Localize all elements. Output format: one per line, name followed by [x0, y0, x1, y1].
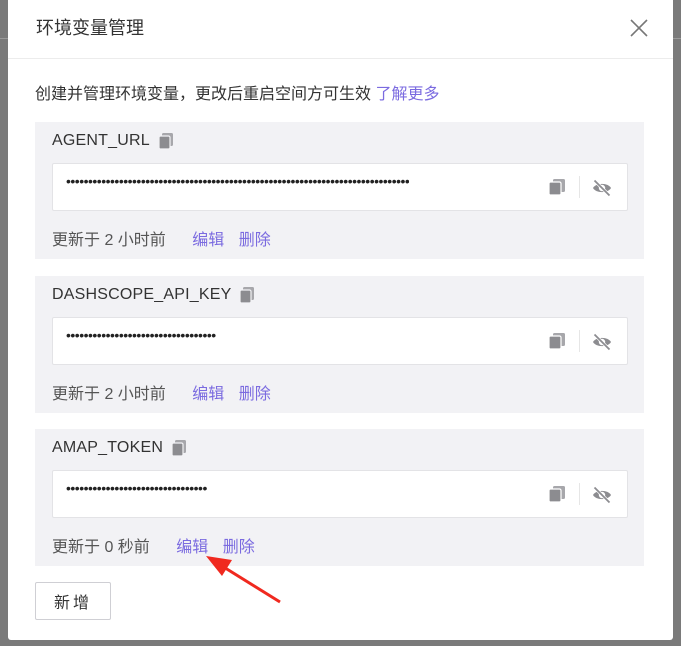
edit-link[interactable]: 编辑	[192, 232, 224, 249]
modal-title: 环境变量管理	[36, 18, 144, 38]
env-var-name: DASHSCOPE_API_KEY	[52, 286, 232, 303]
modal-header: 环境变量管理	[8, 0, 673, 59]
env-var-card: AGENT_URL ••••••••••••••••••••••••••••••…	[35, 122, 644, 259]
learn-more-link[interactable]: 了解更多	[375, 86, 439, 103]
eye-off-icon[interactable]	[591, 484, 613, 506]
masked-value: ••••••••••••••••••••••••••••••••••••••••…	[66, 173, 410, 189]
delete-link[interactable]: 删除	[239, 386, 271, 403]
env-var-card: AMAP_TOKEN •••••••••••••••••••••••••••••…	[35, 429, 644, 566]
divider	[579, 483, 580, 505]
env-var-value-field[interactable]: ••••••••••••••••••••••••••••••••••	[52, 317, 628, 365]
close-icon[interactable]	[627, 16, 651, 40]
env-var-card: DASHSCOPE_API_KEY ••••••••••••••••••••••…	[35, 276, 644, 413]
description-text: 创建并管理环境变量，更改后重启空间方可生效	[35, 86, 372, 103]
delete-link[interactable]: 删除	[239, 232, 271, 249]
env-var-header: AMAP_TOKEN	[52, 439, 187, 457]
copy-name-icon[interactable]	[158, 132, 174, 150]
updated-time: 更新于 2 小时前	[52, 232, 166, 249]
copy-name-icon[interactable]	[171, 439, 187, 457]
delete-link[interactable]: 删除	[223, 539, 255, 556]
masked-value: ••••••••••••••••••••••••••••••••••	[66, 327, 216, 343]
copy-value-icon[interactable]	[548, 332, 566, 350]
env-var-footer: 更新于 2 小时前 编辑 删除	[52, 380, 271, 404]
divider	[579, 330, 580, 352]
env-var-footer: 更新于 0 秒前 编辑 删除	[52, 533, 255, 557]
edit-link[interactable]: 编辑	[176, 539, 208, 556]
env-var-header: DASHSCOPE_API_KEY	[52, 286, 255, 304]
env-var-value-field[interactable]: ••••••••••••••••••••••••••••••••••••••••…	[52, 163, 628, 211]
env-var-footer: 更新于 2 小时前 编辑 删除	[52, 226, 271, 250]
env-var-name: AGENT_URL	[52, 132, 150, 149]
eye-off-icon[interactable]	[591, 331, 613, 353]
divider	[579, 176, 580, 198]
env-var-name: AMAP_TOKEN	[52, 439, 164, 456]
copy-value-icon[interactable]	[548, 178, 566, 196]
updated-time: 更新于 0 秒前	[52, 539, 150, 556]
edit-link[interactable]: 编辑	[192, 386, 224, 403]
env-var-header: AGENT_URL	[52, 132, 174, 150]
add-variable-button[interactable]: 新增	[35, 582, 111, 620]
modal-description: 创建并管理环境变量，更改后重启空间方可生效 了解更多	[35, 80, 439, 104]
updated-time: 更新于 2 小时前	[52, 386, 166, 403]
copy-name-icon[interactable]	[239, 286, 255, 304]
masked-value: ••••••••••••••••••••••••••••••••	[66, 480, 207, 496]
env-variables-modal: 环境变量管理 创建并管理环境变量，更改后重启空间方可生效 了解更多 AGENT_…	[8, 0, 673, 640]
env-var-value-field[interactable]: ••••••••••••••••••••••••••••••••	[52, 470, 628, 518]
copy-value-icon[interactable]	[548, 485, 566, 503]
eye-off-icon[interactable]	[591, 177, 613, 199]
